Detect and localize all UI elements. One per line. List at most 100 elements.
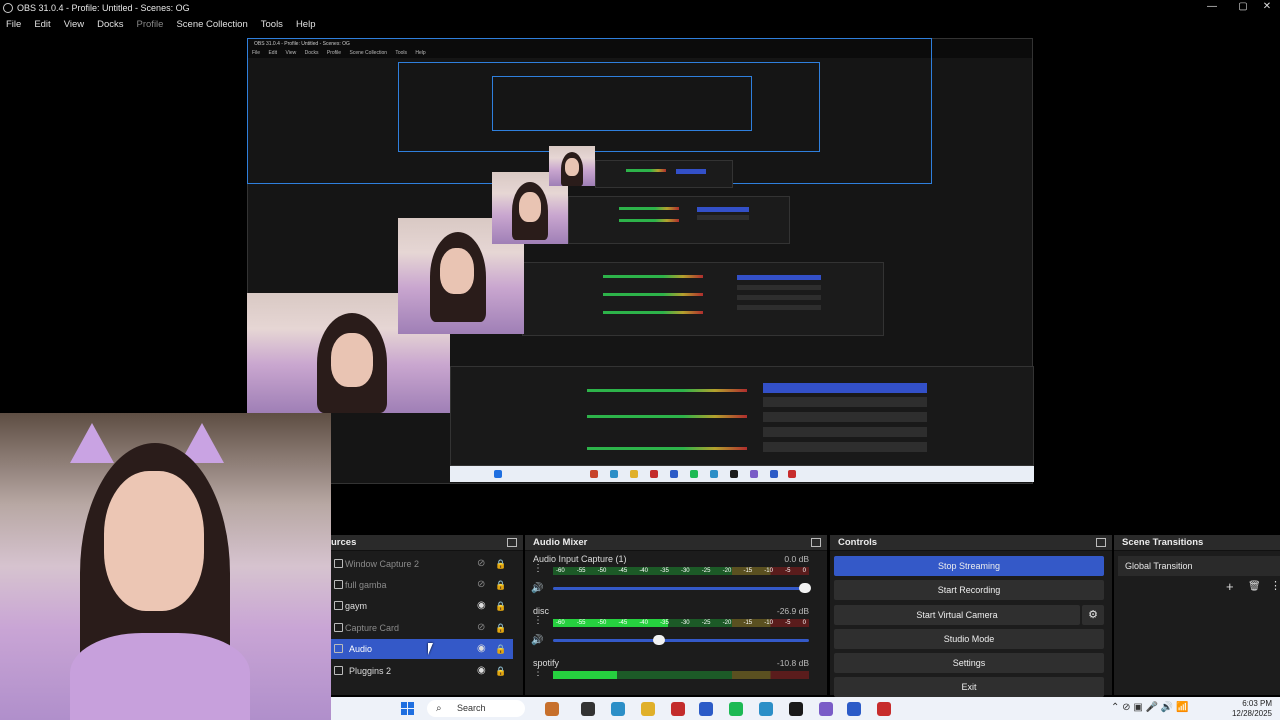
trash-icon[interactable]: 🗑 [1248, 581, 1261, 592]
volume-meter [553, 671, 809, 679]
folder-icon [334, 644, 343, 653]
window-capture-icon [334, 559, 343, 568]
eye-icon[interactable]: ◉ [477, 661, 486, 681]
app-icon[interactable] [759, 702, 773, 716]
app-icon[interactable] [545, 702, 559, 716]
meter-ticks: -60 -55 -50 -45 -40 -35 -30 -25 -20 -15 -10 -5 0 [556, 568, 806, 574]
nested-dock-level-3 [568, 196, 790, 244]
minimize-button[interactable]: — [1196, 0, 1228, 15]
audio-mixer-header: Audio Mixer [525, 535, 827, 551]
source-item-selected[interactable]: Audio ◉ 🔒 [331, 639, 513, 659]
studio-mode-button[interactable]: Studio Mode [834, 629, 1104, 649]
windows-taskbar: ⌕ Search ⌃ ⊘ ▣ 🎤 🔊 📶 6:03 PM 12/28/2025 [331, 697, 1280, 720]
capture-card-icon [334, 623, 343, 632]
app-icon[interactable] [671, 702, 685, 716]
volume-slider[interactable] [553, 583, 811, 593]
facecam-overlay [0, 413, 331, 720]
face [104, 471, 204, 611]
close-button[interactable]: ✕ [1251, 0, 1280, 15]
channel-menu-icon[interactable]: ⋮ [533, 564, 543, 574]
more-icon[interactable]: ⋮ [1270, 579, 1280, 592]
lock-icon[interactable]: 🔒 [495, 618, 506, 638]
taskbar-search[interactable]: ⌕ Search [427, 700, 525, 717]
source-item[interactable]: Pluggins 2 ◉ 🔒 [331, 661, 513, 681]
clock-time: 6:03 PM [1242, 699, 1272, 708]
settings-button[interactable]: Settings [834, 653, 1104, 673]
sources-dock-title: urces [331, 537, 357, 548]
terminal-icon[interactable] [789, 702, 803, 716]
system-tray[interactable]: ⌃ ⊘ ▣ 🎤 🔊 📶 [1111, 702, 1188, 713]
app-icon[interactable] [877, 702, 891, 716]
undock-icon[interactable] [507, 538, 517, 547]
exit-button[interactable]: Exit [834, 677, 1104, 697]
taskbar-clock[interactable]: 6:03 PM 12/28/2025 [1232, 699, 1272, 719]
spotify-icon[interactable] [729, 702, 743, 716]
chrome-icon[interactable] [611, 702, 625, 716]
speaker-icon[interactable]: 🔊 [531, 635, 543, 646]
window-title: OBS 31.0.4 - Profile: Untitled - Scenes:… [17, 2, 190, 13]
menu-bar: File Edit View Docks Profile Scene Colle… [0, 16, 1280, 32]
menu-docks[interactable]: Docks [97, 19, 123, 30]
channel-menu-icon[interactable]: ⋮ [533, 668, 543, 678]
gear-icon[interactable]: ⚙ [1082, 605, 1104, 625]
eye-hidden-icon[interactable]: ⊘ [477, 575, 485, 595]
eye-hidden-icon[interactable]: ⊘ [477, 618, 485, 638]
steam-icon[interactable] [847, 702, 861, 716]
windows-start-icon[interactable] [401, 702, 415, 716]
selection-outline-nested-2 [492, 76, 752, 131]
stop-streaming-button[interactable]: Stop Streaming [834, 556, 1104, 576]
group-icon [334, 580, 343, 589]
mouse-cursor [428, 643, 433, 655]
scene-transitions-title: Scene Transitions [1122, 537, 1204, 548]
lock-icon[interactable]: 🔒 [495, 596, 506, 616]
steam-icon[interactable] [699, 702, 713, 716]
menu-edit[interactable]: Edit [34, 19, 50, 30]
menu-profile[interactable]: Profile [137, 19, 164, 30]
eye-icon[interactable]: ◉ [477, 596, 486, 616]
lock-icon[interactable]: 🔒 [495, 639, 506, 659]
menu-view[interactable]: View [64, 19, 84, 30]
folder-icon[interactable] [641, 702, 655, 716]
undock-icon[interactable] [811, 538, 821, 547]
mixer-channel: disc -26.9 dB ⋮ -60 -55 -50 -45 -40 -35 -30 -25… [525, 606, 815, 658]
channel-db: -10.8 dB [776, 658, 809, 668]
eye-hidden-icon[interactable]: ⊘ [477, 554, 485, 574]
channel-name: Audio Input Capture (1) [533, 554, 627, 564]
sources-dock: urces Window Capture 2 ⊘ 🔒 full gamba ⊘ … [331, 535, 523, 695]
clock-date: 12/28/2025 [1231, 709, 1272, 718]
eye-icon[interactable]: ◉ [477, 639, 486, 659]
app-icon[interactable] [581, 702, 595, 716]
menu-help[interactable]: Help [296, 19, 316, 30]
source-item[interactable]: full gamba ⊘ 🔒 [331, 575, 513, 595]
volume-slider-knob[interactable] [799, 583, 811, 593]
controls-title: Controls [838, 537, 878, 548]
start-virtual-camera-button[interactable]: Start Virtual Camera [834, 605, 1080, 625]
source-label: Pluggins 2 [349, 666, 392, 676]
meter-ticks: -60 -55 -50 -45 -40 -35 -30 -25 -20 -15 -10 -5 0 [556, 620, 806, 626]
audio-mixer-title: Audio Mixer [533, 537, 588, 548]
source-item[interactable]: gaym ◉ 🔒 [331, 596, 513, 616]
add-icon[interactable]: + [1226, 579, 1234, 594]
controls-dock: Controls Stop Streaming Start Recording … [830, 535, 1112, 697]
source-item[interactable]: Capture Card ⊘ 🔒 [331, 618, 513, 638]
lock-icon[interactable]: 🔒 [495, 554, 506, 574]
search-placeholder: Search [457, 703, 486, 713]
menu-file[interactable]: File [6, 19, 21, 30]
channel-menu-icon[interactable]: ⋮ [533, 616, 543, 626]
lock-icon[interactable]: 🔒 [495, 575, 506, 595]
start-recording-button[interactable]: Start Recording [834, 580, 1104, 600]
volume-slider[interactable] [553, 635, 809, 645]
menu-scene-collection[interactable]: Scene Collection [176, 19, 247, 30]
search-icon: ⌕ [436, 703, 442, 714]
transition-select[interactable]: Global Transition [1118, 556, 1280, 576]
discord-icon[interactable] [819, 702, 833, 716]
source-item[interactable]: Window Capture 2 ⊘ 🔒 [331, 554, 513, 574]
lock-icon[interactable]: 🔒 [495, 661, 506, 681]
source-label: Audio [349, 644, 373, 654]
volume-slider-knob[interactable] [653, 635, 665, 645]
speaker-icon[interactable]: 🔊 [531, 583, 543, 594]
menu-tools[interactable]: Tools [261, 19, 283, 30]
nested-dock-level-4 [595, 160, 733, 188]
undock-icon[interactable] [1096, 538, 1106, 547]
source-label: Capture Card [345, 623, 400, 633]
